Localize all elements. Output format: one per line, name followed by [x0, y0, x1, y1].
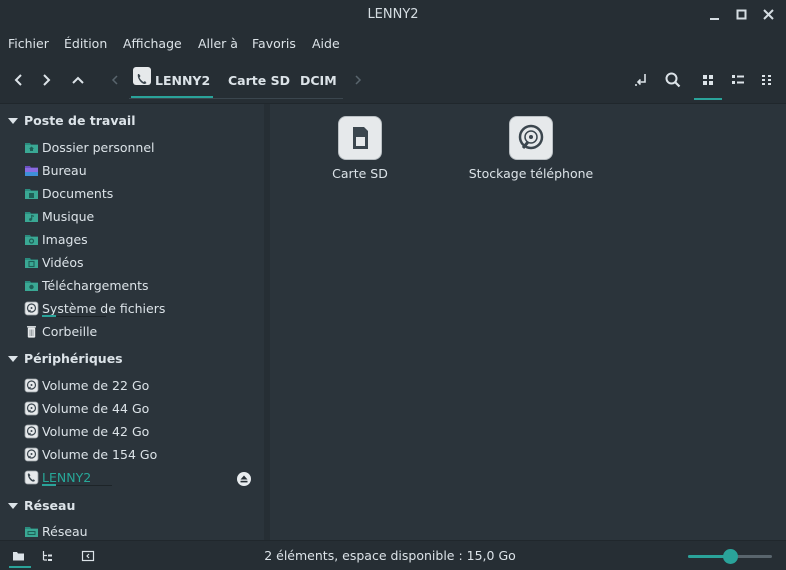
title-bar: LENNY2	[0, 0, 786, 30]
sidebar-item-bureau[interactable]: Bureau	[24, 160, 87, 180]
phone-icon	[24, 470, 39, 485]
enter-path-icon	[635, 74, 646, 86]
close-icon	[763, 9, 774, 20]
drive-icon	[24, 424, 39, 439]
sidebar-item-dossier-personnel[interactable]: Dossier personnel	[24, 137, 155, 157]
minimize-icon	[710, 18, 719, 20]
compact-view-button[interactable]	[757, 69, 779, 91]
compact-view-icon	[762, 75, 771, 85]
focus-indicator	[42, 315, 56, 317]
section-poste-de-travail[interactable]: Poste de travail	[8, 113, 136, 128]
forward-button[interactable]	[36, 68, 58, 92]
breadcrumb-divider	[129, 98, 343, 99]
up-button[interactable]	[67, 68, 89, 92]
sidebar-item-videos[interactable]: Vidéos	[24, 252, 84, 272]
minimize-button[interactable]	[704, 4, 726, 26]
menu-affichage[interactable]: Affichage	[123, 36, 182, 51]
drive-icon	[24, 301, 39, 316]
expand-triangle-icon	[8, 118, 18, 124]
home-folder-icon	[24, 140, 39, 155]
sidebar-item-volume-154[interactable]: Volume de 154 Go	[24, 444, 157, 464]
hard-disk-icon	[509, 116, 553, 160]
status-bar: 2 éléments, espace disponible : 15,0 Go	[0, 540, 786, 570]
window-title: LENNY2	[367, 7, 419, 22]
sidebar-item-images[interactable]: Images	[24, 229, 88, 249]
eject-icon	[240, 475, 248, 483]
chevron-up-icon	[72, 76, 84, 84]
phone-icon	[133, 67, 151, 85]
grid-view-icon	[703, 75, 713, 85]
videos-folder-icon	[24, 255, 39, 270]
focus-track	[56, 316, 106, 317]
sidebar[interactable]: Poste de travail Dossier personnel Burea…	[0, 104, 264, 540]
sd-card-icon	[338, 116, 382, 160]
sidebar-item-volume-44[interactable]: Volume de 44 Go	[24, 398, 149, 418]
drive-icon	[24, 378, 39, 393]
sidebar-item-documents[interactable]: Documents	[24, 183, 113, 203]
network-folder-icon	[24, 524, 39, 539]
zoom-slider-handle[interactable]	[723, 549, 738, 564]
selection-track	[56, 485, 112, 486]
drive-icon	[24, 401, 39, 416]
expand-triangle-icon	[8, 503, 18, 509]
breadcrumb-lenny2[interactable]: LENNY2	[131, 64, 213, 98]
file-name: Stockage téléphone	[468, 166, 594, 181]
menu-edition[interactable]: Édition	[64, 36, 107, 51]
documents-folder-icon	[24, 186, 39, 201]
menu-fichier[interactable]: Fichier	[8, 36, 49, 51]
search-button[interactable]	[662, 69, 684, 91]
chevron-left-icon	[111, 75, 118, 85]
menu-favoris[interactable]: Favoris	[252, 36, 296, 51]
file-item-carte-sd[interactable]: Carte SD	[310, 116, 410, 181]
close-button[interactable]	[758, 4, 780, 26]
breadcrumb-dcim[interactable]: DCIM	[298, 64, 339, 98]
toolbar: LENNY2 Carte SD DCIM	[0, 56, 786, 104]
sidebar-item-corbeille[interactable]: Corbeille	[24, 321, 97, 341]
section-reseau[interactable]: Réseau	[8, 498, 75, 513]
menu-aide[interactable]: Aide	[312, 36, 340, 51]
breadcrumb-scroll-right[interactable]	[347, 68, 369, 92]
maximize-icon	[736, 9, 747, 20]
pictures-folder-icon	[24, 232, 39, 247]
icon-view-button[interactable]	[697, 69, 719, 91]
drive-icon	[24, 447, 39, 462]
sidebar-item-musique[interactable]: Musique	[24, 206, 94, 226]
search-icon	[665, 72, 681, 88]
trash-icon	[24, 324, 39, 339]
list-view-icon	[732, 75, 744, 84]
back-button[interactable]	[7, 68, 29, 92]
section-peripheriques[interactable]: Périphériques	[8, 351, 123, 366]
chevron-right-icon	[43, 74, 51, 86]
menu-bar: Fichier Édition Affichage Aller à Favori…	[0, 30, 786, 56]
downloads-folder-icon	[24, 278, 39, 293]
zoom-slider[interactable]	[688, 549, 772, 564]
selection-indicator	[42, 484, 56, 486]
menu-aller-a[interactable]: Aller à	[198, 36, 238, 51]
breadcrumb-scroll-left[interactable]	[104, 68, 126, 92]
chevron-right-icon	[355, 75, 362, 85]
expand-triangle-icon	[8, 356, 18, 362]
sidebar-item-lenny2[interactable]: LENNY2	[24, 467, 91, 487]
sidebar-item-volume-42[interactable]: Volume de 42 Go	[24, 421, 149, 441]
path-edit-button[interactable]	[631, 69, 653, 91]
sidebar-item-volume-22[interactable]: Volume de 22 Go	[24, 375, 149, 395]
chevron-left-icon	[14, 74, 22, 86]
sidebar-item-reseau[interactable]: Réseau	[24, 521, 88, 540]
file-item-stockage-telephone[interactable]: Stockage téléphone	[466, 116, 596, 181]
list-view-button[interactable]	[727, 69, 749, 91]
status-text: 2 éléments, espace disponible : 15,0 Go	[264, 548, 516, 563]
breadcrumb-carte-sd[interactable]: Carte SD	[226, 64, 292, 98]
eject-button[interactable]	[237, 472, 251, 486]
maximize-button[interactable]	[731, 4, 753, 26]
desktop-folder-icon	[24, 163, 39, 178]
view-selected-indicator	[694, 98, 722, 100]
sidebar-item-telechargements[interactable]: Téléchargements	[24, 275, 149, 295]
breadcrumb-label: LENNY2	[155, 73, 211, 88]
places-active-indicator	[9, 566, 31, 568]
file-view[interactable]: Carte SD Stockage téléphone	[270, 104, 786, 540]
file-name: Carte SD	[332, 166, 388, 181]
music-folder-icon	[24, 209, 39, 224]
